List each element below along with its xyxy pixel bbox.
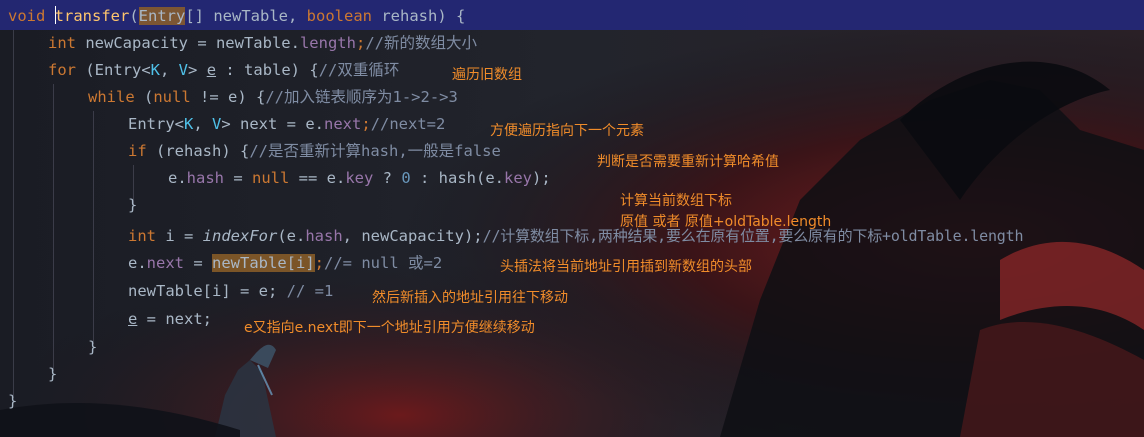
highlighted-type: Entry	[138, 7, 186, 25]
field-token: next	[146, 254, 184, 272]
keyword: boolean	[306, 7, 372, 25]
code-token: ?	[373, 169, 402, 187]
keyword: if	[128, 142, 147, 160]
code-line-12: e = next;	[0, 306, 212, 333]
code-token: =	[184, 254, 212, 272]
method-call: indexFor	[202, 227, 278, 245]
type-param: K	[184, 115, 194, 133]
code-line-13: }	[0, 334, 97, 361]
annotation-head-insert: 头插法将当前地址引用插到新数组的头部	[500, 259, 752, 275]
keyword: while	[88, 88, 135, 106]
type-param: V	[178, 61, 189, 79]
annotation-rehash-check: 判断是否需要重新计算哈希值	[597, 154, 779, 170]
code-line-11: newTable[i] = e; // =1	[0, 278, 333, 305]
code-line-10: e.next = newTable[i];//= null 或=2	[0, 250, 442, 277]
annotation-index-result: 原值 或者 原值+oldTable.length	[620, 214, 832, 230]
keyword: int	[48, 34, 76, 52]
field-token: length	[299, 34, 356, 52]
code-token: );	[532, 169, 551, 187]
code-token: : table) {	[216, 61, 319, 79]
code-token: e.	[168, 169, 187, 187]
code-comment: // =1	[277, 282, 334, 300]
code-editor[interactable]: void transfer(Entry[] newTable, boolean …	[0, 0, 1144, 437]
code-line-1: void transfer(Entry[] newTable, boolean …	[0, 3, 465, 30]
annotation-traverse-old-array: 遍历旧数组	[452, 67, 522, 83]
code-comment: //双重循环	[318, 61, 400, 79]
annotation-compute-index: 计算当前数组下标	[620, 193, 732, 209]
code-line-6: if (rehash) {//是否重新计算hash,一般是false	[0, 138, 501, 165]
code-token: (	[129, 7, 139, 25]
code-line-15: }	[0, 388, 17, 415]
keyword: void	[8, 7, 46, 25]
code-token: [] newTable,	[185, 7, 307, 25]
code-comment: //= null 或=2	[324, 254, 443, 272]
code-token: (e.	[277, 227, 306, 245]
code-token: ;	[361, 115, 371, 133]
field-token: next	[324, 115, 362, 133]
field-token: key	[345, 169, 374, 187]
code-line-2: int newCapacity = newTable.length;//新的数组…	[0, 30, 477, 57]
variable-token: e	[128, 310, 138, 328]
code-token: newCapacity = newTable.	[76, 34, 300, 52]
code-token: =	[224, 169, 252, 187]
code-token: (rehash) {	[146, 142, 250, 160]
code-token: }	[8, 392, 18, 410]
annotation-e-next: e又指向e.next即下一个地址引用方便继续移动	[244, 320, 535, 336]
code-token: == e.	[289, 169, 346, 187]
code-line-3: for (Entry<K, V> e : table) {//双重循环	[0, 57, 399, 84]
code-comment: //加入链表顺序为1->2->3	[265, 88, 458, 106]
type-param: K	[150, 61, 160, 79]
code-token: }	[48, 365, 58, 383]
code-line-7: e.hash = null == e.key ? 0 : hash(e.key)…	[0, 165, 551, 192]
code-token: != e) {	[190, 88, 266, 106]
code-token: Entry<	[128, 115, 184, 133]
field-token: hash	[186, 169, 224, 187]
code-token: (	[134, 88, 154, 106]
annotation-move-down: 然后新插入的地址引用往下移动	[372, 290, 568, 306]
type-param: V	[212, 115, 222, 133]
method-name: transfer	[54, 7, 130, 25]
code-token: }	[128, 196, 138, 214]
code-token: : hash(e.	[410, 169, 504, 187]
code-line-5: Entry<K, V> next = e.next;//next=2	[0, 111, 445, 138]
number-literal: 0	[401, 169, 411, 187]
code-token: ,	[193, 115, 213, 133]
code-line-8: }	[0, 192, 137, 219]
code-token: >	[188, 61, 207, 79]
keyword: null	[252, 169, 290, 187]
keyword: null	[153, 88, 191, 106]
code-line-9: int i = indexFor(e.hash, newCapacity);//…	[0, 223, 1023, 250]
code-comment: //新的数组大小	[365, 34, 477, 52]
code-token: rehash) {	[372, 7, 466, 25]
field-token: key	[504, 169, 532, 187]
code-token: e.	[128, 254, 147, 272]
code-line-14: }	[0, 361, 57, 388]
code-line-4: while (null != e) {//加入链表顺序为1->2->3	[0, 84, 458, 111]
code-token: (Entry<	[76, 61, 151, 79]
keyword: for	[48, 61, 76, 79]
field-token: hash	[305, 227, 343, 245]
code-token: ,	[160, 61, 179, 79]
code-token: , newCapacity);	[342, 227, 483, 245]
code-token: }	[88, 338, 98, 356]
code-comment: //next=2	[370, 115, 446, 133]
code-token: ;	[314, 254, 324, 272]
variable-token: e	[206, 61, 217, 79]
code-token: > next = e.	[221, 115, 325, 133]
annotation-next-element: 方便遍历指向下一个元素	[490, 123, 644, 139]
code-token: ;	[355, 34, 366, 52]
keyword: int	[128, 227, 156, 245]
highlighted-expression: newTable[i]	[212, 254, 315, 272]
code-token: = next;	[137, 310, 212, 328]
code-token: newTable[i] = e;	[128, 282, 278, 300]
code-token: i =	[156, 227, 203, 245]
code-comment: //是否重新计算hash,一般是false	[249, 142, 501, 160]
